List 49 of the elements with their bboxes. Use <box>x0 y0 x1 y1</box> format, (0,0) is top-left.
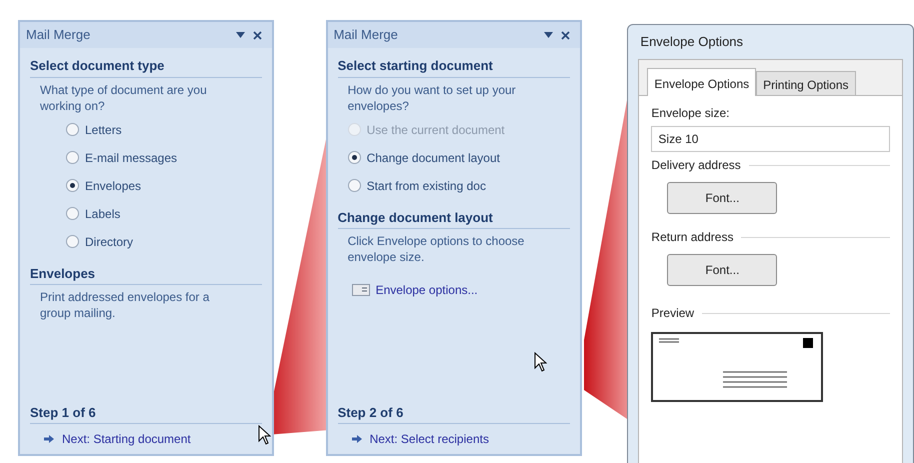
step-indicator: Step 2 of 6 <box>338 402 570 424</box>
arrow-icon <box>352 435 362 443</box>
font-button[interactable]: Font... <box>667 182 778 214</box>
envelope-size-field[interactable]: Size 10 <box>651 126 890 152</box>
group-label: Preview <box>651 305 694 322</box>
radio-label: Use the current document <box>366 122 505 138</box>
mouse-pointer-icon <box>258 425 271 445</box>
close-icon[interactable] <box>253 30 262 40</box>
group-label: Return address <box>651 229 734 246</box>
field-label: Envelope size: <box>651 105 730 122</box>
envelope-icon <box>352 284 370 296</box>
dialog-title: Envelope Options <box>639 33 744 52</box>
radio-label: Letters <box>85 122 122 138</box>
radio-button[interactable] <box>66 179 79 192</box>
radio-label: Envelopes <box>85 178 142 194</box>
step-indicator: Step 1 of 6 <box>30 402 262 424</box>
radio-label: Change document layout <box>366 150 500 166</box>
radio-button[interactable] <box>66 151 79 164</box>
section-description: Click Envelope options to choose envelope size. <box>346 233 526 265</box>
radio-label: Start from existing doc <box>366 178 486 194</box>
pane-title: Mail Merge <box>334 26 398 44</box>
radio-button[interactable] <box>66 235 79 248</box>
radio-button[interactable] <box>348 179 361 192</box>
pane-title: Mail Merge <box>26 26 90 44</box>
section-heading: Change document layout <box>338 208 570 229</box>
radio-label: Directory <box>85 234 134 250</box>
section-heading: Envelopes <box>30 264 262 285</box>
dropdown-icon[interactable] <box>236 32 245 38</box>
mouse-pointer-icon <box>534 352 547 372</box>
radio-button[interactable] <box>348 151 361 164</box>
envelope-options-link[interactable]: Envelope options... <box>338 281 570 299</box>
radio-label: Labels <box>85 206 120 222</box>
radio-button[interactable] <box>66 207 79 220</box>
section-description: What type of document are you working on? <box>39 82 208 114</box>
section-description: Print addressed envelopes for a group mailing. <box>39 289 210 321</box>
radio-label: E-mail messages <box>85 150 178 166</box>
font-button[interactable]: Font... <box>667 254 778 286</box>
section-description: How do you want to set up your envelopes? <box>346 82 517 114</box>
radio-button[interactable] <box>66 123 79 136</box>
dropdown-icon[interactable] <box>544 32 553 38</box>
section-heading: Select document type <box>30 56 262 78</box>
close-icon[interactable] <box>560 30 570 40</box>
arrow-icon <box>44 435 54 443</box>
group-label: Delivery address <box>651 157 741 174</box>
next-step-link[interactable]: Next: Starting document <box>30 430 262 448</box>
section-heading: Select starting document <box>338 56 570 78</box>
dialog-tab[interactable]: Envelope Options <box>647 68 756 96</box>
dialog-tab[interactable]: Printing Options <box>756 71 856 95</box>
next-step-link[interactable]: Next: Select recipients <box>338 430 570 448</box>
